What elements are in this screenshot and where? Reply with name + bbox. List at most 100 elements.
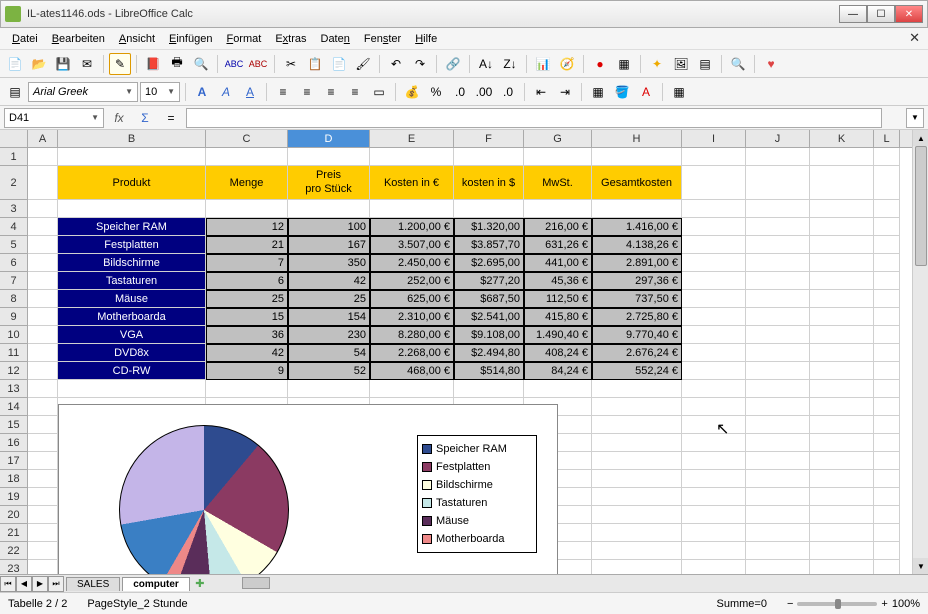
header-kosten-d[interactable]: kosten in $ — [454, 166, 524, 200]
row-header[interactable]: 5 — [0, 236, 28, 254]
cell-preis[interactable]: 25 — [288, 290, 370, 308]
cell-mwst[interactable]: 45,36 € — [524, 272, 592, 290]
cell-grid[interactable]: 1 2 Produkt Menge Preispro Stück Kosten … — [0, 148, 928, 574]
row-header[interactable]: 9 — [0, 308, 28, 326]
header-gesamt[interactable]: Gesamtkosten — [592, 166, 682, 200]
hscroll-thumb[interactable] — [242, 577, 270, 589]
menu-fenster[interactable]: Fenster — [358, 30, 407, 48]
fontcolor-icon[interactable]: A — [635, 81, 657, 103]
header-menge[interactable]: Menge — [206, 166, 288, 200]
col-header-g[interactable]: G — [524, 130, 592, 147]
row-header[interactable]: 8 — [0, 290, 28, 308]
borders-icon[interactable]: ▦ — [587, 81, 609, 103]
cell-product[interactable]: DVD8x — [58, 344, 206, 362]
cell-kosten-d[interactable]: $1.320,00 — [454, 218, 524, 236]
menu-einfugen[interactable]: Einfügen — [163, 30, 218, 48]
cell-menge[interactable]: 12 — [206, 218, 288, 236]
cell-mwst[interactable]: 631,26 € — [524, 236, 592, 254]
col-header-f[interactable]: F — [454, 130, 524, 147]
menu-datei[interactable]: Datei — [6, 30, 44, 48]
zoom-in-icon[interactable]: + — [881, 598, 887, 610]
format-paint-icon[interactable]: 🖌 — [352, 53, 374, 75]
link-icon[interactable]: 🔗 — [442, 53, 464, 75]
minimize-button[interactable]: ― — [839, 5, 867, 23]
cell-preis[interactable]: 230 — [288, 326, 370, 344]
indent-dec-icon[interactable]: ⇤ — [530, 81, 552, 103]
header-kosten-e[interactable]: Kosten in € — [370, 166, 454, 200]
help-icon[interactable]: ♥ — [760, 53, 782, 75]
sort-asc-icon[interactable]: A↓ — [475, 53, 497, 75]
row-header[interactable]: 12 — [0, 362, 28, 380]
row-header[interactable]: 15 — [0, 416, 28, 434]
align-center-icon[interactable]: ≡ — [296, 81, 318, 103]
cell-kosten-d[interactable]: $9.108,00 — [454, 326, 524, 344]
nav-icon[interactable]: 🧭 — [556, 53, 578, 75]
cell-kosten-e[interactable]: 2.450,00 € — [370, 254, 454, 272]
chart-icon[interactable]: 📊 — [532, 53, 554, 75]
merge-icon[interactable]: ▭ — [368, 81, 390, 103]
align-left-icon[interactable]: ≡ — [272, 81, 294, 103]
cell-gesamt[interactable]: 2.891,00 € — [592, 254, 682, 272]
italic-icon[interactable]: A — [215, 81, 237, 103]
dec-del-icon[interactable]: .0 — [497, 81, 519, 103]
headers-icon[interactable]: ▦ — [613, 53, 635, 75]
cell-gesamt[interactable]: 4.138,26 € — [592, 236, 682, 254]
row-header[interactable]: 11 — [0, 344, 28, 362]
copy-icon[interactable]: 📋 — [304, 53, 326, 75]
cell-kosten-d[interactable]: $2.695,00 — [454, 254, 524, 272]
align-right-icon[interactable]: ≡ — [320, 81, 342, 103]
cell-product[interactable]: Speicher RAM — [58, 218, 206, 236]
cell-preis[interactable]: 167 — [288, 236, 370, 254]
fx-wizard-icon[interactable]: fx — [108, 107, 130, 129]
maximize-button[interactable]: ☐ — [867, 5, 895, 23]
scroll-up-icon[interactable]: ▲ — [913, 130, 928, 146]
cell-product[interactable]: Motherboarda — [58, 308, 206, 326]
scroll-down-icon[interactable]: ▼ — [913, 558, 928, 574]
preview-icon[interactable]: 🔍 — [190, 53, 212, 75]
record-icon[interactable]: ● — [589, 53, 611, 75]
cell-mwst[interactable]: 84,24 € — [524, 362, 592, 380]
col-header-k[interactable]: K — [810, 130, 874, 147]
cell-menge[interactable]: 15 — [206, 308, 288, 326]
col-header-i[interactable]: I — [682, 130, 746, 147]
formula-expand-icon[interactable]: ▼ — [906, 108, 924, 128]
tab-first-icon[interactable]: ⏮ — [0, 576, 16, 592]
cell-product[interactable]: Festplatten — [58, 236, 206, 254]
cell-mwst[interactable]: 1.490,40 € — [524, 326, 592, 344]
col-header-a[interactable]: A — [28, 130, 58, 147]
cell-product[interactable]: CD-RW — [58, 362, 206, 380]
row-header[interactable]: 6 — [0, 254, 28, 272]
header-preis[interactable]: Preispro Stück — [288, 166, 370, 200]
cell-menge[interactable]: 9 — [206, 362, 288, 380]
cell-kosten-d[interactable]: $2.541,00 — [454, 308, 524, 326]
row-header[interactable]: 19 — [0, 488, 28, 506]
row-header[interactable]: 10 — [0, 326, 28, 344]
cell-reference-input[interactable]: D41▼ — [4, 108, 104, 128]
cell-kosten-d[interactable]: $277,20 — [454, 272, 524, 290]
cell-menge[interactable]: 36 — [206, 326, 288, 344]
menu-ansicht[interactable]: Ansicht — [113, 30, 161, 48]
zoom-out-icon[interactable]: − — [787, 598, 793, 610]
cell-menge[interactable]: 6 — [206, 272, 288, 290]
cell-mwst[interactable]: 216,00 € — [524, 218, 592, 236]
row-header[interactable]: 7 — [0, 272, 28, 290]
cut-icon[interactable]: ✂ — [280, 53, 302, 75]
col-header-c[interactable]: C — [206, 130, 288, 147]
underline-icon[interactable]: A — [239, 81, 261, 103]
edit-icon[interactable]: ✎ — [109, 53, 131, 75]
cell-kosten-d[interactable]: $687,50 — [454, 290, 524, 308]
cell-mwst[interactable]: 441,00 € — [524, 254, 592, 272]
open-icon[interactable]: 📂 — [28, 53, 50, 75]
col-header-e[interactable]: E — [370, 130, 454, 147]
cell-menge[interactable]: 7 — [206, 254, 288, 272]
col-header-l[interactable]: L — [874, 130, 900, 147]
row-header[interactable]: 3 — [0, 200, 28, 218]
cell-product[interactable]: VGA — [58, 326, 206, 344]
align-justify-icon[interactable]: ≡ — [344, 81, 366, 103]
cell-mwst[interactable]: 408,24 € — [524, 344, 592, 362]
tab-last-icon[interactable]: ⏭ — [48, 576, 64, 592]
cell-mwst[interactable]: 112,50 € — [524, 290, 592, 308]
cell-preis[interactable]: 52 — [288, 362, 370, 380]
bold-icon[interactable]: A — [191, 81, 213, 103]
col-header-d[interactable]: D — [288, 130, 370, 147]
